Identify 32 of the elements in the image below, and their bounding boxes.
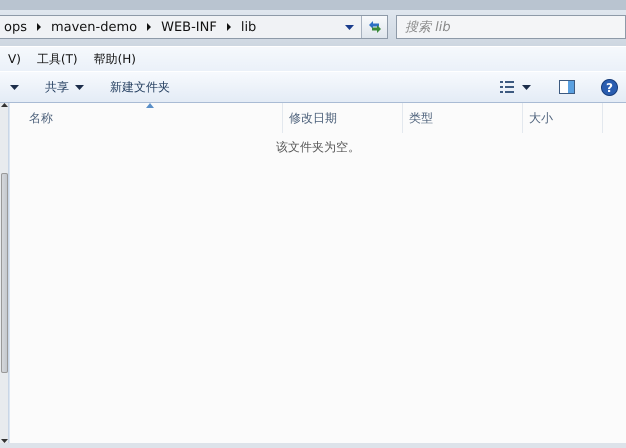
caret-icon bbox=[75, 84, 84, 90]
separator-arrow-icon[interactable] bbox=[36, 23, 41, 31]
column-header[interactable]: 类型 bbox=[403, 103, 523, 133]
column-header[interactable]: 名称 bbox=[10, 103, 283, 133]
separator-arrow-icon[interactable] bbox=[226, 23, 231, 31]
search-field[interactable]: 搜索 lib bbox=[396, 15, 626, 39]
separator-arrow-icon[interactable] bbox=[147, 23, 152, 31]
breadcrumb-item[interactable]: ops bbox=[0, 20, 31, 34]
scroll-down-icon[interactable] bbox=[0, 439, 8, 443]
help-icon: ? bbox=[601, 78, 618, 96]
column-header[interactable]: 修改日期 bbox=[283, 103, 403, 133]
column-header[interactable]: 大小 bbox=[523, 103, 603, 133]
empty-folder-message: 该文件夹为空。 bbox=[276, 139, 360, 156]
scrollbar-thumb[interactable] bbox=[0, 173, 8, 373]
menu-item[interactable]: V) bbox=[0, 49, 29, 69]
refresh-arrows-icon bbox=[366, 20, 382, 34]
menu-item[interactable]: 工具(T) bbox=[28, 48, 86, 70]
caret-icon bbox=[522, 84, 531, 90]
caret-icon bbox=[10, 84, 19, 90]
breadcrumb-item[interactable]: lib bbox=[236, 20, 260, 34]
caret-icon bbox=[344, 24, 354, 30]
toolbar-button[interactable]: 共享 bbox=[35, 74, 94, 100]
menu-item[interactable]: 帮助(H) bbox=[86, 48, 144, 70]
scrollbar[interactable] bbox=[0, 103, 9, 443]
refresh-button[interactable] bbox=[361, 16, 387, 38]
breadcrumb-item[interactable]: maven-demo bbox=[46, 20, 142, 34]
details-view-icon bbox=[500, 81, 514, 93]
toolbar-button[interactable]: 新建文件夹 bbox=[100, 74, 180, 100]
preview-pane-icon bbox=[559, 80, 575, 94]
breadcrumb-item[interactable]: WEB-INF bbox=[157, 20, 221, 34]
address-bar[interactable]: ops maven-demo WEB-INF lib bbox=[0, 15, 388, 39]
help-button[interactable]: ? bbox=[595, 74, 624, 100]
